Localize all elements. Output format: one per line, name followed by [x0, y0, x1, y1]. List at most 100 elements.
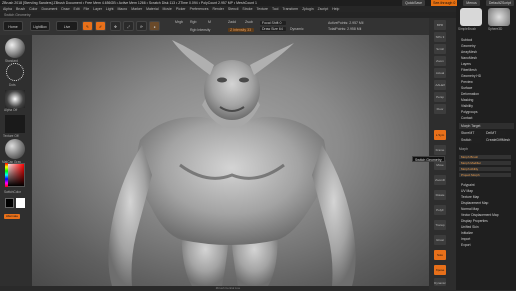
morph-brush-slider[interactable]: Morph Brush — [459, 155, 511, 159]
rgb-toggle[interactable]: Rgb — [190, 20, 196, 24]
transp-button[interactable]: Transp — [434, 220, 446, 230]
ghost-button[interactable]: Ghost — [434, 235, 446, 245]
draw-icon: ✐ — [99, 25, 102, 29]
viewport-canvas[interactable] — [32, 35, 429, 286]
lightbox-button[interactable]: LightBox — [30, 21, 50, 31]
brush-thumbnail[interactable] — [5, 38, 25, 58]
menu-zscript[interactable]: Zscript — [318, 7, 329, 11]
edit-icon: ✎ — [86, 25, 89, 29]
alpha-label: Alpha Off — [4, 108, 18, 112]
frame-button[interactable]: Frame — [434, 145, 446, 155]
focal-shift-slider[interactable]: Focal Shift 0 — [260, 21, 286, 25]
sphere3d-thumbnail[interactable] — [488, 8, 510, 26]
material-sphere-button[interactable]: ● — [149, 21, 160, 31]
project-morph-slider[interactable]: Project Morph — [459, 173, 511, 177]
total-points-readout: TotalPoints: 2.958 Mil — [328, 27, 362, 31]
title-text: ZBrush 2018 [Sterviing Sanders] ZBrush D… — [2, 1, 257, 5]
switch-color-label[interactable]: SwitchColor — [4, 190, 21, 194]
lsym-button[interactable]: L.Sym — [434, 130, 446, 140]
export-menu[interactable]: Export — [459, 242, 514, 248]
menu-material[interactable]: Material — [146, 7, 158, 11]
bottom-bar: Zbrush Central Live — [0, 286, 456, 290]
menu-preferences[interactable]: Preferences — [190, 7, 209, 11]
zoom-view-button[interactable]: ZoomD — [434, 175, 446, 185]
main-color-swatch[interactable] — [5, 198, 14, 208]
solo-button[interactable]: Solo — [434, 250, 446, 260]
spix-button[interactable]: SPix 3 — [434, 32, 446, 42]
menu-help[interactable]: Help — [332, 7, 339, 11]
menu-layer[interactable]: Layer — [93, 7, 102, 11]
material-thumbnail[interactable] — [5, 139, 25, 159]
alpha-thumbnail[interactable] — [5, 90, 25, 108]
storemt-button[interactable]: StoreMT — [459, 131, 481, 136]
move-icon: ✥ — [114, 25, 117, 29]
zoom-button[interactable]: Zoom — [434, 56, 446, 66]
menu-macro[interactable]: Macro — [118, 7, 128, 11]
morph-modifier-slider[interactable]: Morph Modifier — [459, 161, 511, 165]
delmt-button[interactable]: DelMT — [484, 131, 506, 136]
live-boolean-button[interactable]: Live Boolean — [56, 21, 78, 39]
menu-document[interactable]: Document — [41, 7, 57, 11]
contact-menu[interactable]: Contact — [459, 115, 514, 121]
floor-button[interactable]: Floor — [434, 104, 446, 114]
zadd-toggle[interactable]: Zadd — [228, 20, 236, 24]
sphere3d-label: Sphere3D — [488, 27, 503, 31]
morph-target-menu[interactable]: Morph Target — [459, 123, 514, 129]
m-toggle[interactable]: M — [208, 20, 211, 24]
simplebrush-label: SimpleBrush — [458, 27, 477, 31]
actual-button[interactable]: Actual — [434, 68, 446, 78]
aahalf-button[interactable]: AAHalf — [434, 80, 446, 90]
home-page-button[interactable]: Home Page — [3, 21, 23, 39]
edit-button[interactable]: ✎ — [82, 21, 93, 31]
zsub-toggle[interactable]: Zsub — [245, 20, 253, 24]
draw-size-slider[interactable]: Draw Size 64 — [260, 27, 286, 31]
sculpt-model — [108, 40, 356, 286]
menu-file[interactable]: File — [84, 7, 90, 11]
morph-label: Morph — [459, 147, 469, 151]
tooltip: Switch Geometry — [412, 156, 445, 162]
menu-picker[interactable]: Picker — [176, 7, 186, 11]
xpose-button[interactable]: Xpose — [434, 265, 446, 275]
hue-band[interactable] — [5, 163, 8, 187]
dynamic-toggle[interactable]: Dynamic — [290, 27, 304, 31]
menu-edit[interactable]: Edit — [74, 7, 80, 11]
rotate-view-button[interactable]: Rotate — [434, 190, 446, 200]
mrgb-toggle[interactable]: Mrgb — [175, 20, 183, 24]
color-picker[interactable] — [5, 163, 25, 187]
menu-zplugin[interactable]: Zplugin — [302, 7, 313, 11]
simplebrush-thumbnail[interactable] — [460, 8, 482, 26]
scale-button[interactable]: ⤢ — [123, 21, 134, 31]
stroke-dots-icon[interactable] — [6, 63, 24, 81]
stroke-label: Dots — [9, 83, 16, 87]
menu-movie[interactable]: Movie — [163, 7, 172, 11]
creatediffmesh-button[interactable]: CreateDiffMesh — [484, 138, 512, 143]
menu-texture[interactable]: Texture — [257, 7, 268, 11]
secondary-color-swatch[interactable] — [16, 198, 25, 208]
z-intensity-slider[interactable]: Z Intensity 33 — [228, 28, 254, 32]
dynamic-view-button[interactable]: Dynamic — [434, 278, 446, 286]
bpr-button[interactable]: BPR — [434, 20, 446, 30]
menu-draw[interactable]: Draw — [61, 7, 69, 11]
persp-button[interactable]: Persp — [434, 92, 446, 102]
menu-marker[interactable]: Marker — [131, 7, 142, 11]
menu-render[interactable]: Render — [212, 7, 223, 11]
rotate-button[interactable]: ⟳ — [136, 21, 147, 31]
menu-stroke[interactable]: Stroke — [242, 7, 252, 11]
menu-alpha[interactable]: Alpha — [3, 7, 12, 11]
texture-thumbnail[interactable] — [5, 115, 25, 133]
draw-button[interactable]: ✐ — [95, 21, 106, 31]
move-button[interactable]: ✥ — [110, 21, 121, 31]
menu-tool[interactable]: Tool — [272, 7, 278, 11]
switch-button[interactable]: Switch — [459, 138, 481, 143]
menu-light[interactable]: Light — [106, 7, 114, 11]
menu-stencil[interactable]: Stencil — [228, 7, 239, 11]
morph-ability-slider[interactable]: Morph Ability — [459, 167, 511, 171]
texture-label: Texture Off — [3, 134, 19, 138]
alternate-button[interactable]: Alternate — [4, 214, 20, 219]
menu-transform[interactable]: Transform — [282, 7, 298, 11]
polyf-button[interactable]: PolyF — [434, 205, 446, 215]
menu-brush[interactable]: Brush — [16, 7, 25, 11]
scroll-button[interactable]: Scroll — [434, 44, 446, 54]
rgb-intensity-slider[interactable]: Rgb Intensity — [190, 28, 210, 32]
menu-color[interactable]: Color — [29, 7, 37, 11]
